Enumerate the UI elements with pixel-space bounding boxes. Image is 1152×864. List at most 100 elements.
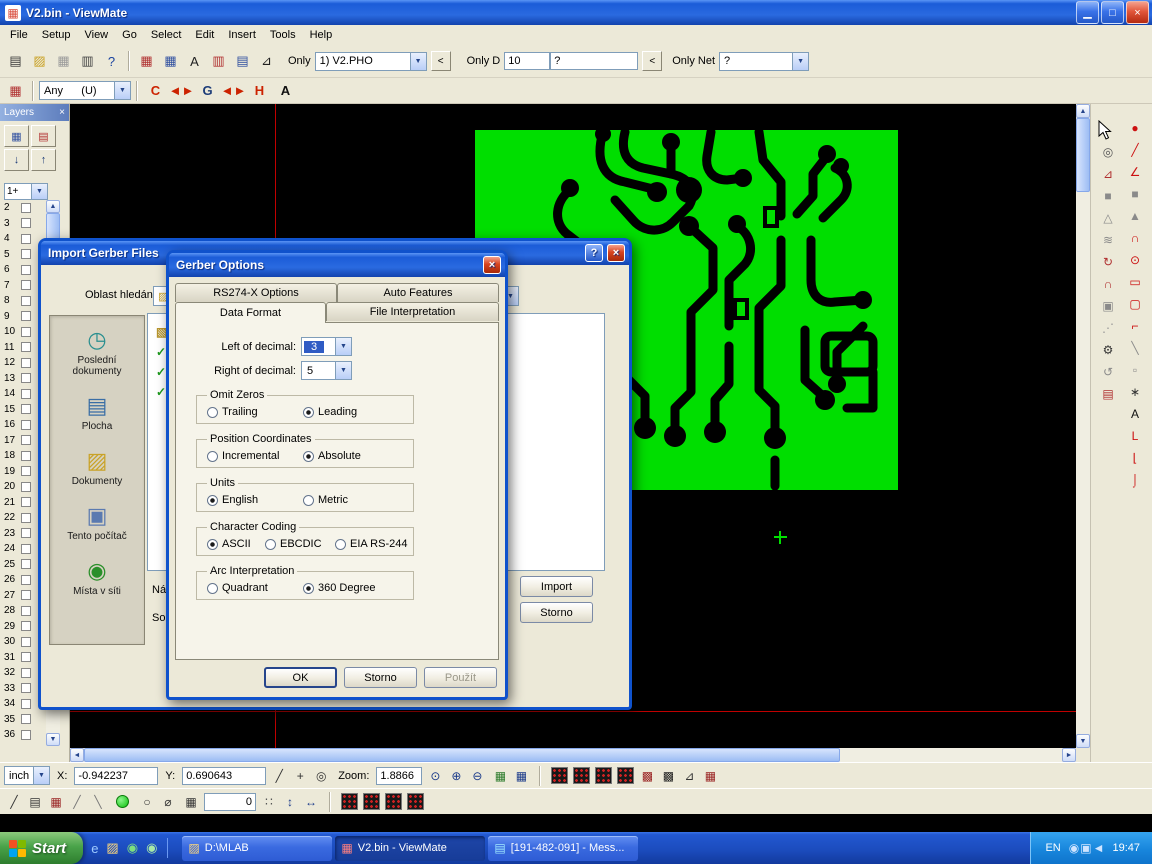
import-button[interactable]: Import	[520, 576, 593, 597]
radio-quadrant[interactable]: Quadrant	[207, 582, 303, 594]
arc-probe-icon[interactable]: ∩	[1096, 274, 1121, 294]
layer-row[interactable]: 3	[0, 216, 46, 232]
pad-view-1-icon[interactable]	[551, 767, 568, 784]
layer-visibility-checkbox[interactable]	[21, 451, 31, 461]
component-h-icon[interactable]: H	[247, 80, 272, 102]
text-tool-icon[interactable]: A	[1123, 404, 1148, 424]
draw-rectangle-icon[interactable]: ▭	[1123, 272, 1148, 292]
radio-incremental[interactable]: Incremental	[207, 450, 303, 462]
layer-visibility-checkbox[interactable]	[21, 296, 31, 306]
help-button[interactable]: ?	[585, 244, 603, 262]
scrollbar-thumb[interactable]	[84, 748, 840, 762]
layer-visibility-checkbox[interactable]	[21, 699, 31, 709]
dotted-path-icon[interactable]: ⋰	[1096, 318, 1121, 338]
only-net-label[interactable]: Only Net	[672, 55, 715, 67]
diag-up-icon[interactable]: ╱	[67, 792, 87, 812]
layer-visibility-checkbox[interactable]	[21, 249, 31, 259]
zoom-in-icon[interactable]: ⊕	[446, 766, 466, 786]
close-button[interactable]: ×	[607, 244, 625, 262]
place-desktop[interactable]: ▤Plocha	[50, 394, 144, 432]
save-icon[interactable]: ▦	[52, 50, 75, 72]
scroll-right-icon[interactable]: ►	[1062, 748, 1076, 762]
x-coordinate-field[interactable]: -0.942237	[74, 767, 158, 785]
layer-table-icon[interactable]: ▦	[4, 125, 29, 147]
dropdown-arrow-icon[interactable]: ▼	[792, 52, 809, 71]
dropdown-arrow-icon[interactable]: ▼	[410, 52, 427, 71]
snap-grid-icon[interactable]: ▦	[181, 792, 201, 812]
filled-rect-tool-icon[interactable]: ■	[1096, 186, 1121, 206]
menu-view[interactable]: View	[77, 27, 115, 43]
angle-view-icon[interactable]: ⊿	[679, 766, 699, 786]
scroll-down-icon[interactable]: ▼	[46, 733, 60, 746]
open-folder-icon[interactable]: ▨	[28, 50, 51, 72]
layer-visibility-checkbox[interactable]	[21, 218, 31, 228]
undo-arc-icon[interactable]: ↺	[1096, 362, 1121, 382]
query-distance-icon[interactable]: ⊿	[1096, 164, 1121, 184]
dropdown-arrow-icon[interactable]: ▼	[335, 361, 352, 380]
layer-visibility-checkbox[interactable]	[21, 280, 31, 290]
mirror-tool-icon[interactable]: △	[1096, 208, 1121, 228]
radio-leading[interactable]: Leading	[303, 406, 357, 418]
mixed-view-icon[interactable]: ▦	[700, 766, 720, 786]
scroll-up-icon[interactable]: ▲	[1076, 104, 1090, 118]
scroll-down-icon[interactable]: ▼	[1076, 734, 1090, 748]
layer-row[interactable]: 2	[0, 200, 46, 216]
layer-combo[interactable]: 1) V2.PHO ▼	[315, 52, 427, 71]
pad-stack-icon[interactable]: ◄►	[221, 80, 246, 102]
previous-layer-button[interactable]: <	[431, 51, 451, 71]
cancel-button[interactable]: Storno	[344, 667, 417, 688]
layer-visibility-checkbox[interactable]	[21, 637, 31, 647]
layer-visibility-checkbox[interactable]	[21, 373, 31, 383]
place-my-computer[interactable]: ▣Tento počítač	[50, 504, 144, 542]
layer-visibility-checkbox[interactable]	[21, 203, 31, 213]
tray-display-icon[interactable]: ▣	[1080, 841, 1091, 855]
measure-icon[interactable]: ⊿	[255, 50, 278, 72]
internet-explorer-icon[interactable]: e	[91, 841, 98, 856]
dropdown-arrow-icon[interactable]: ▼	[31, 183, 48, 200]
new-document-icon[interactable]: ▤	[4, 50, 27, 72]
radio-trailing[interactable]: Trailing	[207, 406, 303, 418]
task-viewmate[interactable]: ▦V2.bin - ViewMate	[335, 836, 485, 861]
close-button[interactable]: ×	[483, 256, 501, 274]
layer-visibility-checkbox[interactable]	[21, 621, 31, 631]
anchor-vertical-icon[interactable]: ↕	[280, 792, 300, 812]
layers-stack-icon[interactable]: ▤	[25, 792, 45, 812]
print-icon[interactable]: ▥	[76, 50, 99, 72]
zoom-field[interactable]: 1.8866	[376, 767, 422, 785]
swap-pads-icon[interactable]: ◄►	[169, 80, 194, 102]
place-recent-documents[interactable]: ◷Poslední dokumenty	[50, 328, 144, 377]
radio-eia-rs-244[interactable]: EIA RS-244	[335, 538, 407, 550]
menu-setup[interactable]: Setup	[35, 27, 78, 43]
layer-visibility-checkbox[interactable]	[21, 311, 31, 321]
rotate-tool-icon[interactable]: ↻	[1096, 252, 1121, 272]
zoom-point-icon[interactable]: ⊙	[425, 766, 445, 786]
menu-edit[interactable]: Edit	[188, 27, 221, 43]
pad-grid-icon[interactable]: ▥	[207, 50, 230, 72]
layer-visibility-checkbox[interactable]	[21, 714, 31, 724]
layer-visibility-checkbox[interactable]	[21, 513, 31, 523]
dcode-grid-icon[interactable]: ▦	[135, 50, 158, 72]
language-indicator[interactable]: EN	[1045, 842, 1060, 854]
component-c-icon[interactable]: C	[143, 80, 168, 102]
titlebar[interactable]: ▦ V2.bin - ViewMate ▁ □ ×	[0, 0, 1152, 25]
crosshair-icon[interactable]: +	[290, 766, 310, 786]
measure-line-icon[interactable]: ╱	[269, 766, 289, 786]
layer-visibility-checkbox[interactable]	[21, 404, 31, 414]
tab-file-interpretation[interactable]: File Interpretation	[326, 302, 499, 321]
green-app-2-icon[interactable]: ◉	[146, 840, 157, 856]
anchor-horizontal-icon[interactable]: ↔	[301, 792, 321, 812]
layer-visibility-checkbox[interactable]	[21, 730, 31, 740]
layer-visibility-checkbox[interactable]	[21, 358, 31, 368]
horizontal-scrollbar[interactable]: ◄ ►	[70, 748, 1076, 762]
draw-line-icon[interactable]: ╱	[1123, 140, 1148, 160]
only-layer-label[interactable]: Only	[288, 55, 311, 67]
origin-target-icon[interactable]: ◎	[311, 766, 331, 786]
diag-down-icon[interactable]: ╲	[88, 792, 108, 812]
tab-auto-features[interactable]: Auto Features	[337, 283, 499, 302]
selection-grid-icon[interactable]: ▦	[4, 80, 27, 102]
menu-select[interactable]: Select	[144, 27, 189, 43]
previous-dcode-button[interactable]: <	[642, 51, 662, 71]
dcode-pattern-2-icon[interactable]	[363, 793, 380, 810]
ok-button[interactable]: OK	[264, 667, 337, 688]
layer-colors-icon[interactable]: ▤	[31, 125, 56, 147]
